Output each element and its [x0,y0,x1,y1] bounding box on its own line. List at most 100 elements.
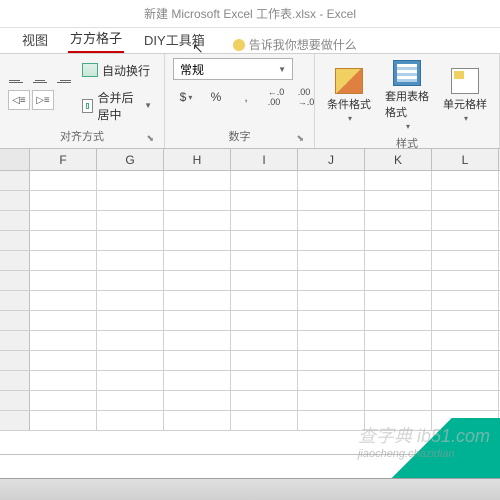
cell[interactable] [298,271,365,290]
cell[interactable] [97,371,164,390]
cell[interactable] [365,291,432,310]
cell[interactable] [164,391,231,410]
cell[interactable] [432,251,499,270]
row-header[interactable] [0,251,30,270]
cell[interactable] [231,331,298,350]
cell[interactable] [97,191,164,210]
cell[interactable] [365,271,432,290]
cell[interactable] [231,231,298,250]
cell[interactable] [164,211,231,230]
cell[interactable] [231,211,298,230]
col-header-h[interactable]: H [164,149,231,170]
cell[interactable] [432,211,499,230]
cell[interactable] [298,211,365,230]
cell-styles-button[interactable]: 单元格样 ▾ [439,66,491,125]
cell[interactable] [97,271,164,290]
cell[interactable] [231,251,298,270]
cell[interactable] [432,271,499,290]
select-all-corner[interactable] [0,149,30,170]
col-header-k[interactable]: K [365,149,432,170]
cell[interactable] [97,311,164,330]
cell[interactable] [30,351,97,370]
row-header[interactable] [0,271,30,290]
cell[interactable] [432,331,499,350]
align-top-center[interactable] [30,74,50,88]
col-header-f[interactable]: F [30,149,97,170]
cell[interactable] [97,351,164,370]
cell[interactable] [97,171,164,190]
cell[interactable] [231,191,298,210]
cell[interactable] [97,291,164,310]
increase-decimal-button[interactable]: ←.0.00 [263,86,289,108]
cell[interactable] [164,351,231,370]
col-header-g[interactable]: G [97,149,164,170]
increase-indent-button[interactable]: ▷≡ [32,90,54,110]
cell[interactable] [164,191,231,210]
cell[interactable] [432,291,499,310]
cell[interactable] [164,251,231,270]
cell[interactable] [30,371,97,390]
cell[interactable] [30,291,97,310]
cell[interactable] [298,351,365,370]
cell[interactable] [164,371,231,390]
cell[interactable] [231,171,298,190]
cell[interactable] [432,311,499,330]
row-header[interactable] [0,391,30,410]
number-format-select[interactable]: 常规 ▼ [173,58,293,80]
cell[interactable] [164,411,231,430]
col-header-j[interactable]: J [298,149,365,170]
cell[interactable] [30,271,97,290]
cell[interactable] [432,191,499,210]
cell[interactable] [365,251,432,270]
row-header[interactable] [0,311,30,330]
cell[interactable] [432,351,499,370]
cell[interactable] [231,371,298,390]
row-header[interactable] [0,191,30,210]
cell[interactable] [164,331,231,350]
col-header-i[interactable]: I [231,149,298,170]
cell[interactable] [298,171,365,190]
row-header[interactable] [0,231,30,250]
cell[interactable] [231,291,298,310]
format-as-table-button[interactable]: 套用表格格式 ▾ [381,58,433,133]
cell[interactable] [432,391,499,410]
merge-center-button[interactable]: 合并后居中 ▼ [78,87,156,125]
cell[interactable] [298,311,365,330]
currency-button[interactable]: $▾ [173,86,199,108]
cell[interactable] [30,331,97,350]
wrap-text-button[interactable]: 自动换行 [78,60,156,81]
cell[interactable] [365,351,432,370]
cell[interactable] [365,391,432,410]
row-header[interactable] [0,331,30,350]
cell[interactable] [365,211,432,230]
cell[interactable] [30,411,97,430]
cell[interactable] [97,331,164,350]
cell[interactable] [298,331,365,350]
cell[interactable] [30,391,97,410]
cell[interactable] [164,271,231,290]
conditional-format-button[interactable]: 条件格式 ▾ [323,66,375,125]
cell[interactable] [164,231,231,250]
cell[interactable] [432,371,499,390]
cell[interactable] [97,251,164,270]
cell[interactable] [231,271,298,290]
dialog-launcher-number[interactable]: ⬊ [296,133,304,144]
align-top-left[interactable] [8,74,28,88]
cell[interactable] [164,311,231,330]
cell[interactable] [30,171,97,190]
cell[interactable] [164,291,231,310]
tab-view[interactable]: 视图 [20,26,50,53]
cell[interactable] [30,311,97,330]
cell[interactable] [365,371,432,390]
cell[interactable] [30,191,97,210]
cell[interactable] [97,231,164,250]
row-header[interactable] [0,211,30,230]
cell[interactable] [298,411,365,430]
align-top-right[interactable] [52,74,72,88]
cell[interactable] [365,231,432,250]
col-header-l[interactable]: L [432,149,499,170]
cell[interactable] [432,171,499,190]
row-header[interactable] [0,411,30,430]
cell[interactable] [231,391,298,410]
cell[interactable] [164,171,231,190]
